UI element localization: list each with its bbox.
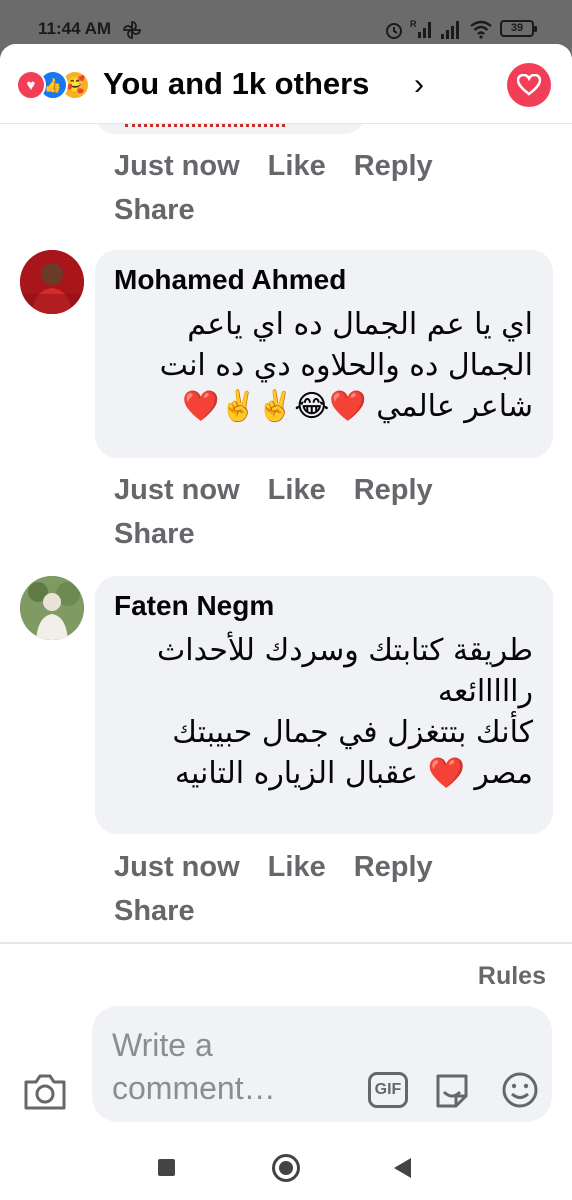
comment-input[interactable]: Write a comment… GIF: [92, 1006, 552, 1122]
comment-bubble[interactable]: Mohamed Ahmed اي يا عم الجمال ده اي ياعم…: [95, 250, 553, 458]
comment-author[interactable]: Faten Negm: [114, 590, 274, 622]
heart-icon: [517, 74, 541, 96]
comment-actions: Just now Like Reply Share: [114, 845, 461, 933]
home-button[interactable]: [272, 1154, 300, 1182]
signal-icon: [441, 21, 459, 39]
comment-line: مصر ❤️ عقبال الزياره التانيه: [174, 756, 533, 791]
reply-link[interactable]: Reply: [354, 474, 433, 506]
signal-r-icon: R: [410, 19, 431, 38]
avatar-image: [20, 250, 84, 314]
wifi-icon: [470, 20, 492, 39]
comment-bubble[interactable]: Faten Negm طريقة كتابتك وسردك للأحداث را…: [95, 576, 553, 834]
status-time: 11:44 AM: [38, 19, 112, 38]
comment-line: طريقة كتابتك وسردك للأحداث: [157, 633, 533, 668]
reply-link[interactable]: Reply: [354, 150, 433, 182]
back-button[interactable]: [394, 1158, 411, 1178]
avatar-image: [20, 576, 84, 640]
comment-author[interactable]: Mohamed Ahmed: [114, 264, 346, 296]
comment-actions: Just now Like Reply Share: [114, 144, 461, 232]
sticker-icon[interactable]: [432, 1070, 472, 1110]
reactions-title[interactable]: You and 1k others: [103, 66, 369, 102]
alarm-icon: [386, 23, 402, 39]
comments-list[interactable]: Just now Like Reply Share Mohamed Ahmed اي…: [0, 124, 572, 942]
like-link[interactable]: Like: [268, 150, 326, 182]
recents-button[interactable]: [158, 1159, 175, 1176]
svg-text:R: R: [410, 19, 417, 29]
like-link[interactable]: Like: [268, 474, 326, 506]
comment-line: شاعر عالمي ❤️😂✌️✌️❤️: [182, 389, 533, 424]
gif-icon[interactable]: GIF: [368, 1072, 408, 1108]
comment-line: الجمال ده والحلاوه دي ده انت: [159, 348, 533, 383]
avatar[interactable]: [20, 250, 84, 314]
comment-text: اي يا عم الجمال ده اي ياعم الجمال ده وال…: [160, 304, 533, 427]
share-link[interactable]: Share: [114, 188, 433, 232]
reaction-summary[interactable]: ♥ 👍 🥰: [16, 70, 102, 100]
comment-text: طريقة كتابتك وسردك للأحداث رااااائعه كأن…: [157, 630, 533, 794]
comment-time: Just now: [114, 150, 240, 182]
comment-time: Just now: [114, 474, 240, 506]
battery-icon: 39: [500, 20, 537, 37]
share-link[interactable]: Share: [114, 889, 433, 933]
like-link[interactable]: Like: [268, 851, 326, 883]
share-link[interactable]: Share: [114, 512, 433, 556]
love-reaction-icon: ♥: [16, 70, 46, 100]
pinwheel-icon: [123, 21, 141, 39]
previous-comment-bubble: [95, 124, 365, 134]
rules-link[interactable]: Rules: [478, 962, 546, 991]
comment-line: اي يا عم الجمال ده اي ياعم: [187, 307, 533, 342]
comment-placeholder[interactable]: Write a comment…: [112, 1024, 332, 1110]
chevron-right-icon[interactable]: ›: [414, 68, 424, 102]
camera-icon[interactable]: [22, 1072, 68, 1112]
comment-footer: Rules Write a comment… GIF: [0, 942, 572, 1132]
comment-line: كأنك بتتغزل في جمال حبيبتك: [172, 715, 533, 750]
avatar[interactable]: [20, 576, 84, 640]
comment-actions: Just now Like Reply Share: [114, 468, 461, 556]
reactions-sheet: ♥ 👍 🥰 You and 1k others › Just now Like Re…: [0, 44, 572, 1132]
reply-link[interactable]: Reply: [354, 851, 433, 883]
comment-line: رااااائعه: [437, 674, 533, 709]
emoji-icon[interactable]: [500, 1070, 540, 1110]
comment-time: Just now: [114, 851, 240, 883]
status-bar: 11:44 AM R 39: [0, 0, 572, 46]
sheet-header[interactable]: ♥ 👍 🥰 You and 1k others ›: [0, 44, 572, 124]
love-button[interactable]: [507, 63, 551, 107]
system-nav-bar: [0, 1132, 572, 1200]
